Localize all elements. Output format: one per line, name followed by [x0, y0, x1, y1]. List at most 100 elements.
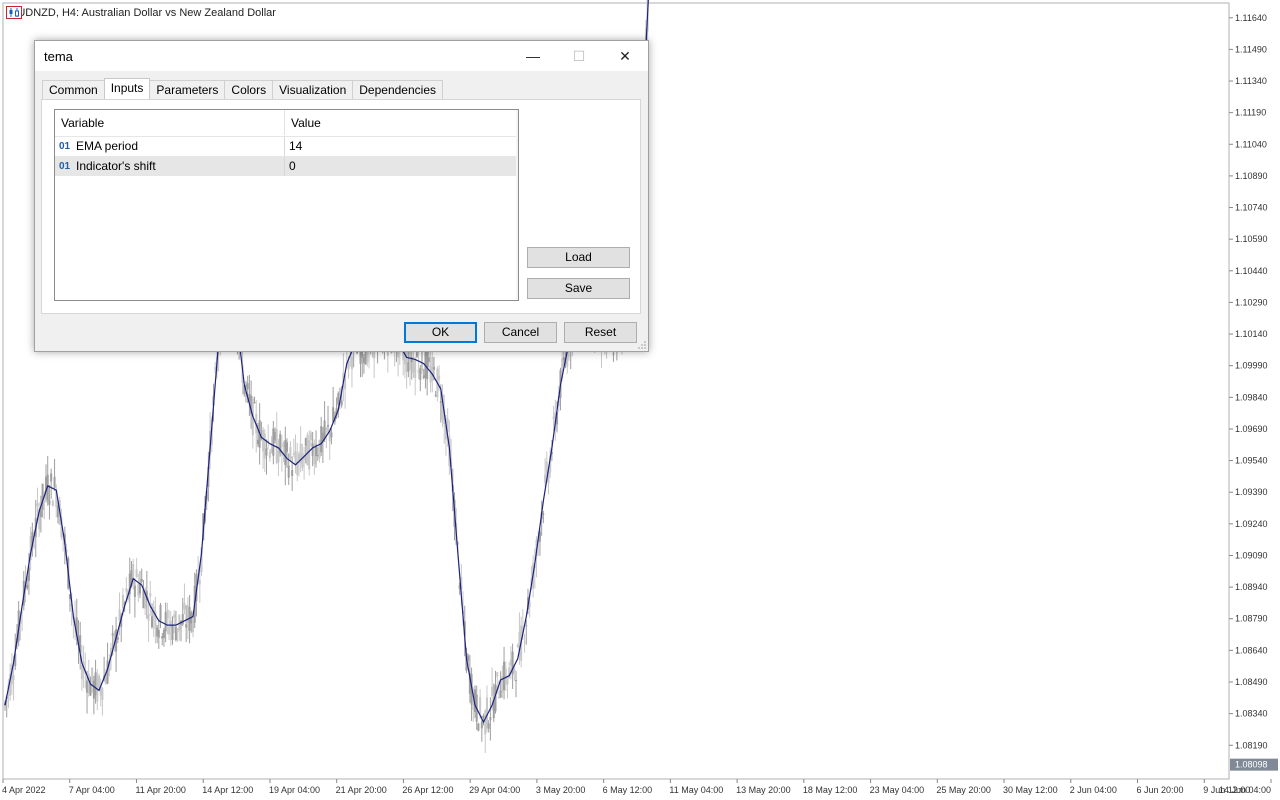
candle-body [467, 656, 470, 661]
candle-body [612, 353, 615, 355]
current-price-label: 1.08098 [1235, 760, 1268, 770]
candle-body [159, 604, 162, 621]
x-tick-label: 18 May 12:00 [803, 785, 858, 795]
candle-body [503, 661, 506, 691]
x-tick-label: 19 Apr 04:00 [269, 785, 320, 795]
candle-body [311, 443, 314, 456]
candle-body [417, 369, 420, 374]
candle-body [125, 588, 128, 592]
candle-body [523, 641, 526, 643]
value-cell-ema-period[interactable]: 14 [285, 137, 518, 156]
table-row[interactable]: 01 Indicator's shift 0 [55, 156, 518, 176]
candle-body [157, 630, 160, 638]
resize-grip-icon[interactable] [638, 341, 646, 349]
dialog-titlebar[interactable]: tema — ☐ ✕ [35, 41, 648, 71]
table-row[interactable]: 01 EMA period 14 [55, 136, 518, 156]
candle-body [277, 451, 280, 463]
x-tick-label: 7 Apr 04:00 [69, 785, 115, 795]
candle-body [364, 351, 367, 365]
tab-visualization[interactable]: Visualization [272, 80, 354, 99]
candle-body [362, 357, 365, 363]
candle-body [274, 432, 277, 441]
candle-body [86, 680, 89, 693]
candle-body [284, 440, 287, 465]
tab-dependencies[interactable]: Dependencies [352, 80, 443, 99]
x-tick-label: 2 Jun 04:00 [1070, 785, 1117, 795]
candle-body [286, 442, 288, 452]
y-tick-label: 1.11040 [1235, 139, 1267, 149]
candle-body [166, 610, 169, 619]
tab-parameters[interactable]: Parameters [149, 80, 226, 99]
column-header-value[interactable]: Value [285, 110, 518, 135]
candle-body [294, 451, 297, 465]
candle-body [98, 675, 100, 688]
x-tick-label: 21 Apr 20:00 [336, 785, 387, 795]
y-tick-label: 1.08190 [1235, 740, 1268, 750]
candle-body [246, 383, 249, 390]
x-tick-label: 25 May 20:00 [936, 785, 991, 795]
candle-body [325, 428, 328, 430]
candle-body [544, 474, 547, 483]
minimize-button[interactable]: — [510, 41, 556, 71]
variable-cell: 01 EMA period [55, 137, 285, 156]
candle-body [515, 680, 518, 682]
candle-body [477, 723, 480, 731]
minimize-icon: — [526, 48, 540, 64]
candle-body [422, 375, 425, 379]
candle-body [111, 633, 114, 636]
reset-button[interactable]: Reset [564, 322, 637, 343]
tab-inputs[interactable]: Inputs [103, 78, 151, 99]
tab-common[interactable]: Common [42, 80, 105, 99]
grid-scrollbar[interactable] [516, 110, 518, 300]
candle-body [516, 645, 519, 648]
candle-body [525, 625, 528, 627]
column-header-variable[interactable]: Variable [55, 110, 285, 135]
candle-body [412, 358, 415, 373]
candle-body [405, 348, 408, 373]
y-tick-label: 1.08790 [1235, 614, 1268, 624]
candle-body [497, 697, 500, 699]
y-tick-label: 1.10590 [1235, 234, 1268, 244]
variable-name: Indicator's shift [76, 159, 156, 173]
x-tick-label: 3 May 20:00 [536, 785, 586, 795]
x-tick-label: 11 May 04:00 [669, 785, 723, 795]
candle-body [289, 447, 292, 459]
candle-body [41, 483, 44, 510]
y-tick-label: 1.11640 [1235, 13, 1267, 23]
x-tick-label: 4 Apr 2022 [2, 785, 46, 795]
candle-body [135, 569, 138, 577]
candle-body [185, 624, 188, 628]
y-tick-label: 1.09090 [1235, 550, 1268, 560]
candle-body [116, 636, 119, 640]
candle-body [51, 500, 54, 506]
candle-body [272, 428, 275, 456]
ok-button[interactable]: OK [404, 322, 477, 343]
candle-body [542, 513, 545, 515]
candle-body [291, 469, 294, 476]
candle-body [415, 352, 418, 357]
y-tick-label: 1.08340 [1235, 709, 1268, 719]
candle-body [174, 626, 177, 641]
load-button[interactable]: Load [527, 247, 630, 268]
close-button[interactable]: ✕ [602, 41, 648, 71]
candle-body [316, 455, 319, 457]
x-tick-label: 30 May 12:00 [1003, 785, 1058, 795]
candle-body [94, 672, 97, 696]
candle-body [438, 375, 441, 380]
save-button[interactable]: Save [527, 278, 630, 299]
candle-body [282, 443, 285, 447]
candle-body [270, 448, 273, 454]
candle-body [171, 625, 174, 640]
tab-colors[interactable]: Colors [224, 80, 274, 99]
y-tick-label: 1.09840 [1235, 392, 1268, 402]
value-cell-indicator-shift[interactable]: 0 [285, 157, 518, 176]
y-tick-label: 1.09690 [1235, 424, 1268, 434]
y-tick-label: 1.09240 [1235, 519, 1268, 529]
candle-body [491, 686, 494, 696]
candle-body [482, 715, 485, 719]
candle-body [80, 665, 83, 680]
cancel-button[interactable]: Cancel [484, 322, 557, 343]
x-tick-label: 14 Apr 12:00 [202, 785, 253, 795]
candle-body [350, 356, 353, 370]
candle-body [164, 612, 167, 632]
